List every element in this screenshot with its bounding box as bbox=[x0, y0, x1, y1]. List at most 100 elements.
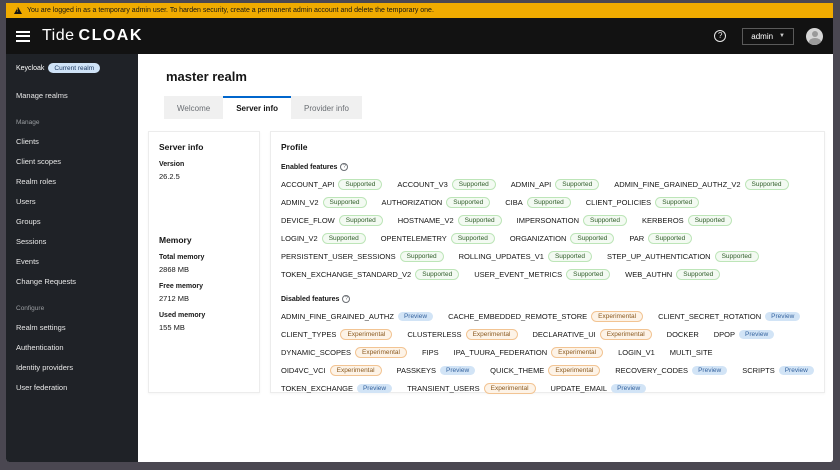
feature-name: ADMIN_FINE_GRAINED_AUTHZ_V2 bbox=[614, 180, 741, 189]
feature-name: DEVICE_FLOW bbox=[281, 216, 335, 225]
feature-name: QUICK_THEME bbox=[490, 366, 545, 375]
feature-name: WEB_AUTHN bbox=[625, 270, 673, 279]
feature-item: CACHE_EMBEDDED_REMOTE_STORE Experimental bbox=[448, 311, 644, 322]
free-memory-value: 2712 MB bbox=[159, 294, 190, 303]
feature-item: LOGIN_V2 Supported bbox=[281, 233, 366, 244]
sidebar-configure-items: Realm settings Authentication Identity pro… bbox=[6, 317, 138, 397]
feature-name: HOSTNAME_V2 bbox=[397, 216, 454, 225]
feature-item: QUICK_THEME Experimental bbox=[490, 365, 601, 376]
feature-name: ADMIN_V2 bbox=[281, 198, 319, 207]
server-info-heading: Server info bbox=[159, 142, 204, 152]
sidebar-item[interactable]: Groups bbox=[6, 211, 138, 231]
feature-badge: Preview bbox=[397, 312, 434, 321]
user-dropdown[interactable]: admin ▼ bbox=[742, 27, 794, 45]
feature-badge: Preview bbox=[692, 366, 728, 375]
feature-badge: Experimental bbox=[483, 383, 536, 394]
feature-name: KERBEROS bbox=[642, 216, 684, 225]
profile-card: Profile Enabled features ? ACCOUNT_API S… bbox=[270, 131, 825, 394]
feature-badge: Supported bbox=[415, 269, 460, 280]
logo-cloak: CLOAK bbox=[78, 27, 143, 44]
avatar[interactable] bbox=[806, 27, 823, 45]
masthead: Tide CLOAK ? admin ▼ bbox=[6, 18, 833, 54]
realm-tabs: Welcome Server info Provider info bbox=[164, 96, 825, 119]
feature-name: FIPS bbox=[421, 348, 439, 357]
feature-badge: Preview bbox=[611, 384, 647, 393]
feature-badge: Preview bbox=[778, 366, 814, 375]
app-window: You are logged in as a temporary admin u… bbox=[6, 3, 833, 462]
feature-item: CLUSTERLESS Experimental bbox=[407, 329, 518, 340]
tab-server-info[interactable]: Server info bbox=[223, 96, 291, 119]
feature-item: PASSKEYS Preview bbox=[397, 365, 476, 376]
sidebar-item[interactable]: Authentication bbox=[6, 337, 138, 357]
realm-selector[interactable]: Keycloak Current realm bbox=[6, 61, 138, 81]
feature-badge: Experimental bbox=[591, 311, 644, 322]
feature-name: ACCOUNT_API bbox=[281, 180, 335, 189]
profile-heading: Profile bbox=[281, 142, 308, 152]
hamburger-menu-icon[interactable] bbox=[16, 30, 30, 42]
feature-badge: Supported bbox=[570, 233, 615, 244]
feature-badge: Preview bbox=[765, 312, 801, 321]
feature-name: TOKEN_EXCHANGE bbox=[281, 384, 353, 393]
sidebar-item[interactable]: Realm roles bbox=[6, 171, 138, 191]
feature-name: LOGIN_V1 bbox=[618, 348, 655, 357]
sidebar-item[interactable]: Change Requests bbox=[6, 271, 138, 291]
sidebar-item[interactable]: Identity providers bbox=[6, 357, 138, 377]
feature-item: STEP_UP_AUTHENTICATION Supported bbox=[607, 251, 759, 262]
feature-item: SCRIPTS Preview bbox=[742, 365, 814, 376]
feature-item: FIPS bbox=[422, 347, 439, 358]
help-icon[interactable]: ? bbox=[714, 30, 727, 42]
sidebar-item[interactable]: Sessions bbox=[6, 231, 138, 251]
sidebar-item[interactable]: Realm settings bbox=[6, 317, 138, 337]
feature-badge: Supported bbox=[450, 233, 495, 244]
feature-badge: Experimental bbox=[355, 347, 407, 358]
feature-badge: Experimental bbox=[329, 365, 382, 376]
feature-badge: Supported bbox=[676, 269, 721, 280]
feature-badge: Supported bbox=[526, 197, 571, 208]
feature-item: DYNAMIC_SCOPES Experimental bbox=[281, 347, 407, 358]
sidebar-item[interactable]: Events bbox=[6, 251, 138, 271]
feature-item: CLIENT_SECRET_ROTATION Preview bbox=[658, 311, 801, 322]
free-memory-label: Free memory bbox=[159, 283, 203, 290]
feature-name: CLIENT_TYPES bbox=[281, 330, 337, 339]
feature-name: DECLARATIVE_UI bbox=[532, 330, 596, 339]
tab-welcome[interactable]: Welcome bbox=[164, 96, 224, 119]
feature-item: ADMIN_V2 Supported bbox=[281, 197, 367, 208]
sidebar-item[interactable]: User federation bbox=[6, 377, 138, 397]
feature-item: PERSISTENT_USER_SESSIONS Supported bbox=[281, 251, 444, 262]
tab-provider-info[interactable]: Provider info bbox=[291, 96, 362, 119]
temporary-admin-warning-banner: You are logged in as a temporary admin u… bbox=[6, 3, 833, 18]
tidecloak-logo[interactable]: Tide CLOAK bbox=[42, 27, 143, 45]
feature-badge: Experimental bbox=[548, 365, 601, 376]
feature-item: TOKEN_EXCHANGE_STANDARD_V2 Supported bbox=[281, 269, 460, 280]
feature-item: DPOP Preview bbox=[713, 329, 775, 340]
feature-badge: Supported bbox=[399, 251, 444, 262]
feature-name: LOGIN_V2 bbox=[281, 234, 318, 243]
feature-item: DOCKER bbox=[667, 329, 699, 340]
question-circle-icon[interactable]: ? bbox=[340, 163, 349, 171]
current-realm-badge: Current realm bbox=[48, 63, 101, 73]
feature-badge: Supported bbox=[744, 179, 789, 190]
feature-item: WEB_AUTHN Supported bbox=[625, 269, 721, 280]
feature-item: PAR Supported bbox=[629, 233, 693, 244]
feature-name: TRANSIENT_USERS bbox=[407, 384, 480, 393]
sidebar-item[interactable]: Manage realms bbox=[6, 85, 138, 105]
sidebar-item[interactable]: Users bbox=[6, 191, 138, 211]
feature-item: ACCOUNT_V3 Supported bbox=[397, 179, 496, 190]
sidebar-item[interactable]: Client scopes bbox=[6, 151, 138, 171]
feature-badge: Experimental bbox=[599, 329, 652, 340]
feature-item: AUTHORIZATION Supported bbox=[382, 197, 491, 208]
sidebar-group-configure: Configure bbox=[16, 305, 45, 312]
feature-name: STEP_UP_AUTHENTICATION bbox=[606, 252, 711, 261]
disabled-features-list: ADMIN_FINE_GRAINED_AUTHZ Preview CACHE_E… bbox=[281, 311, 814, 394]
feature-item: TRANSIENT_USERS Experimental bbox=[407, 383, 536, 394]
feature-name: MULTI_SITE bbox=[669, 348, 713, 357]
feature-item: CLIENT_TYPES Experimental bbox=[281, 329, 393, 340]
feature-badge: Supported bbox=[321, 233, 366, 244]
sidebar-item[interactable]: Clients bbox=[6, 131, 138, 151]
feature-name: DPOP bbox=[713, 330, 736, 339]
feature-badge: Supported bbox=[583, 215, 627, 226]
feature-name: AUTHORIZATION bbox=[381, 198, 443, 207]
feature-name: RECOVERY_CODES bbox=[615, 366, 689, 375]
question-circle-icon[interactable]: ? bbox=[342, 295, 351, 303]
feature-name: ROLLING_UPDATES_V1 bbox=[458, 252, 544, 261]
